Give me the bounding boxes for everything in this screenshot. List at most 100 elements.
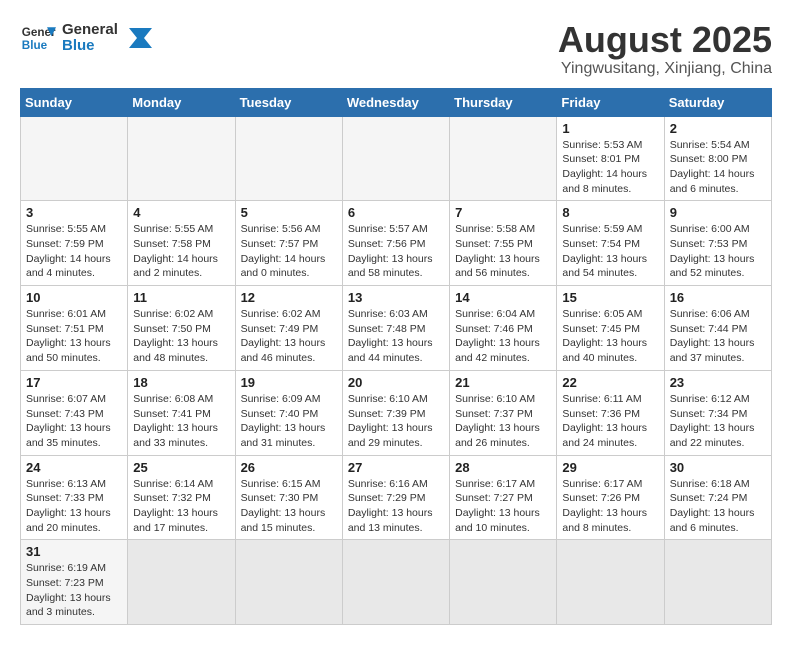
day-number: 27 xyxy=(348,460,444,475)
calendar-day: 28 Sunrise: 6:17 AM Sunset: 7:27 PM Dayli… xyxy=(450,455,557,540)
logo-blue: Blue xyxy=(62,38,118,55)
day-number: 7 xyxy=(455,205,551,220)
day-number: 4 xyxy=(133,205,229,220)
calendar-day: 21 Sunrise: 6:10 AM Sunset: 7:37 PM Dayli… xyxy=(450,370,557,455)
day-header-wednesday: Wednesday xyxy=(342,88,449,116)
calendar-day: 7 Sunrise: 5:58 AM Sunset: 7:55 PM Daylig… xyxy=(450,201,557,286)
day-info: Sunrise: 6:12 AM Sunset: 7:34 PM Dayligh… xyxy=(670,392,766,451)
calendar-day: 27 Sunrise: 6:16 AM Sunset: 7:29 PM Dayli… xyxy=(342,455,449,540)
calendar-day: 30Sunrise: 6:18 AM Sunset: 7:24 PM Dayli… xyxy=(664,455,771,540)
calendar-day: 10 Sunrise: 6:01 AM Sunset: 7:51 PM Dayli… xyxy=(21,286,128,371)
day-info: Sunrise: 6:03 AM Sunset: 7:48 PM Dayligh… xyxy=(348,307,444,366)
day-number: 6 xyxy=(348,205,444,220)
day-info: Sunrise: 6:19 AM Sunset: 7:23 PM Dayligh… xyxy=(26,561,122,620)
day-header-saturday: Saturday xyxy=(664,88,771,116)
day-number: 25 xyxy=(133,460,229,475)
calendar-day: 13 Sunrise: 6:03 AM Sunset: 7:48 PM Dayli… xyxy=(342,286,449,371)
day-info: Sunrise: 6:01 AM Sunset: 7:51 PM Dayligh… xyxy=(26,307,122,366)
day-number: 8 xyxy=(562,205,658,220)
day-number: 24 xyxy=(26,460,122,475)
day-number: 17 xyxy=(26,375,122,390)
calendar-day: 25Sunrise: 6:14 AM Sunset: 7:32 PM Dayli… xyxy=(128,455,235,540)
day-info: Sunrise: 6:08 AM Sunset: 7:41 PM Dayligh… xyxy=(133,392,229,451)
calendar-day: 14Sunrise: 6:04 AM Sunset: 7:46 PM Dayli… xyxy=(450,286,557,371)
day-number: 14 xyxy=(455,290,551,305)
calendar-day: 2Sunrise: 5:54 AM Sunset: 8:00 PM Daylig… xyxy=(664,116,771,201)
logo: General Blue General Blue xyxy=(20,20,154,56)
day-info: Sunrise: 6:15 AM Sunset: 7:30 PM Dayligh… xyxy=(241,477,337,536)
day-number: 15 xyxy=(562,290,658,305)
day-info: Sunrise: 6:06 AM Sunset: 7:44 PM Dayligh… xyxy=(670,307,766,366)
day-info: Sunrise: 6:05 AM Sunset: 7:45 PM Dayligh… xyxy=(562,307,658,366)
calendar-day: 26Sunrise: 6:15 AM Sunset: 7:30 PM Dayli… xyxy=(235,455,342,540)
calendar-week-2: 3 Sunrise: 5:55 AM Sunset: 7:59 PM Daylig… xyxy=(21,201,772,286)
calendar-week-3: 10 Sunrise: 6:01 AM Sunset: 7:51 PM Dayli… xyxy=(21,286,772,371)
day-number: 12 xyxy=(241,290,337,305)
calendar-week-5: 24 Sunrise: 6:13 AM Sunset: 7:33 PM Dayli… xyxy=(21,455,772,540)
calendar-day xyxy=(21,116,128,201)
calendar-day: 16Sunrise: 6:06 AM Sunset: 7:44 PM Dayli… xyxy=(664,286,771,371)
day-header-thursday: Thursday xyxy=(450,88,557,116)
calendar-day: 6Sunrise: 5:57 AM Sunset: 7:56 PM Daylig… xyxy=(342,201,449,286)
day-number: 23 xyxy=(670,375,766,390)
day-number: 9 xyxy=(670,205,766,220)
calendar-day: 12Sunrise: 6:02 AM Sunset: 7:49 PM Dayli… xyxy=(235,286,342,371)
day-info: Sunrise: 6:09 AM Sunset: 7:40 PM Dayligh… xyxy=(241,392,337,451)
day-info: Sunrise: 6:11 AM Sunset: 7:36 PM Dayligh… xyxy=(562,392,658,451)
day-header-sunday: Sunday xyxy=(21,88,128,116)
day-number: 28 xyxy=(455,460,551,475)
day-number: 30 xyxy=(670,460,766,475)
day-number: 19 xyxy=(241,375,337,390)
calendar-week-4: 17 Sunrise: 6:07 AM Sunset: 7:43 PM Dayli… xyxy=(21,370,772,455)
calendar-day: 11 Sunrise: 6:02 AM Sunset: 7:50 PM Dayli… xyxy=(128,286,235,371)
calendar-day: 20Sunrise: 6:10 AM Sunset: 7:39 PM Dayli… xyxy=(342,370,449,455)
calendar-day xyxy=(342,116,449,201)
day-number: 29 xyxy=(562,460,658,475)
day-info: Sunrise: 6:13 AM Sunset: 7:33 PM Dayligh… xyxy=(26,477,122,536)
day-number: 13 xyxy=(348,290,444,305)
day-number: 1 xyxy=(562,121,658,136)
calendar-day: 18Sunrise: 6:08 AM Sunset: 7:41 PM Dayli… xyxy=(128,370,235,455)
month-title: August 2025 xyxy=(558,20,772,60)
calendar-day: 17 Sunrise: 6:07 AM Sunset: 7:43 PM Dayli… xyxy=(21,370,128,455)
calendar-day: 5 Sunrise: 5:56 AM Sunset: 7:57 PM Daylig… xyxy=(235,201,342,286)
calendar-week-1: 1Sunrise: 5:53 AM Sunset: 8:01 PM Daylig… xyxy=(21,116,772,201)
calendar-table: SundayMondayTuesdayWednesdayThursdayFrid… xyxy=(20,88,772,626)
calendar-day xyxy=(450,116,557,201)
calendar-day: 24 Sunrise: 6:13 AM Sunset: 7:33 PM Dayli… xyxy=(21,455,128,540)
day-info: Sunrise: 6:02 AM Sunset: 7:50 PM Dayligh… xyxy=(133,307,229,366)
calendar-day: 3 Sunrise: 5:55 AM Sunset: 7:59 PM Daylig… xyxy=(21,201,128,286)
day-number: 5 xyxy=(241,205,337,220)
day-header-monday: Monday xyxy=(128,88,235,116)
day-number: 2 xyxy=(670,121,766,136)
day-info: Sunrise: 6:17 AM Sunset: 7:27 PM Dayligh… xyxy=(455,477,551,536)
day-info: Sunrise: 5:58 AM Sunset: 7:55 PM Dayligh… xyxy=(455,222,551,281)
day-info: Sunrise: 5:59 AM Sunset: 7:54 PM Dayligh… xyxy=(562,222,658,281)
day-number: 3 xyxy=(26,205,122,220)
day-number: 11 xyxy=(133,290,229,305)
day-number: 21 xyxy=(455,375,551,390)
day-number: 31 xyxy=(26,544,122,559)
day-info: Sunrise: 6:17 AM Sunset: 7:26 PM Dayligh… xyxy=(562,477,658,536)
logo-general: General xyxy=(62,22,118,39)
day-info: Sunrise: 5:55 AM Sunset: 7:59 PM Dayligh… xyxy=(26,222,122,281)
day-info: Sunrise: 6:10 AM Sunset: 7:37 PM Dayligh… xyxy=(455,392,551,451)
day-number: 20 xyxy=(348,375,444,390)
day-number: 10 xyxy=(26,290,122,305)
day-info: Sunrise: 6:07 AM Sunset: 7:43 PM Dayligh… xyxy=(26,392,122,451)
day-info: Sunrise: 6:16 AM Sunset: 7:29 PM Dayligh… xyxy=(348,477,444,536)
calendar-day: 8 Sunrise: 5:59 AM Sunset: 7:54 PM Daylig… xyxy=(557,201,664,286)
calendar-day xyxy=(235,116,342,201)
day-info: Sunrise: 5:56 AM Sunset: 7:57 PM Dayligh… xyxy=(241,222,337,281)
calendar-day: 29 Sunrise: 6:17 AM Sunset: 7:26 PM Dayli… xyxy=(557,455,664,540)
calendar-header-row: SundayMondayTuesdayWednesdayThursdayFrid… xyxy=(21,88,772,116)
title-area: August 2025 Yingwusitang, Xinjiang, Chin… xyxy=(558,20,772,78)
calendar-day: 4 Sunrise: 5:55 AM Sunset: 7:58 PM Daylig… xyxy=(128,201,235,286)
logo-icon: General Blue xyxy=(20,20,56,56)
day-info: Sunrise: 6:00 AM Sunset: 7:53 PM Dayligh… xyxy=(670,222,766,281)
logo-flag-icon xyxy=(124,23,154,53)
day-info: Sunrise: 5:55 AM Sunset: 7:58 PM Dayligh… xyxy=(133,222,229,281)
svg-text:Blue: Blue xyxy=(22,39,48,52)
calendar-day: 23 Sunrise: 6:12 AM Sunset: 7:34 PM Dayli… xyxy=(664,370,771,455)
location: Yingwusitang, Xinjiang, China xyxy=(558,60,772,78)
